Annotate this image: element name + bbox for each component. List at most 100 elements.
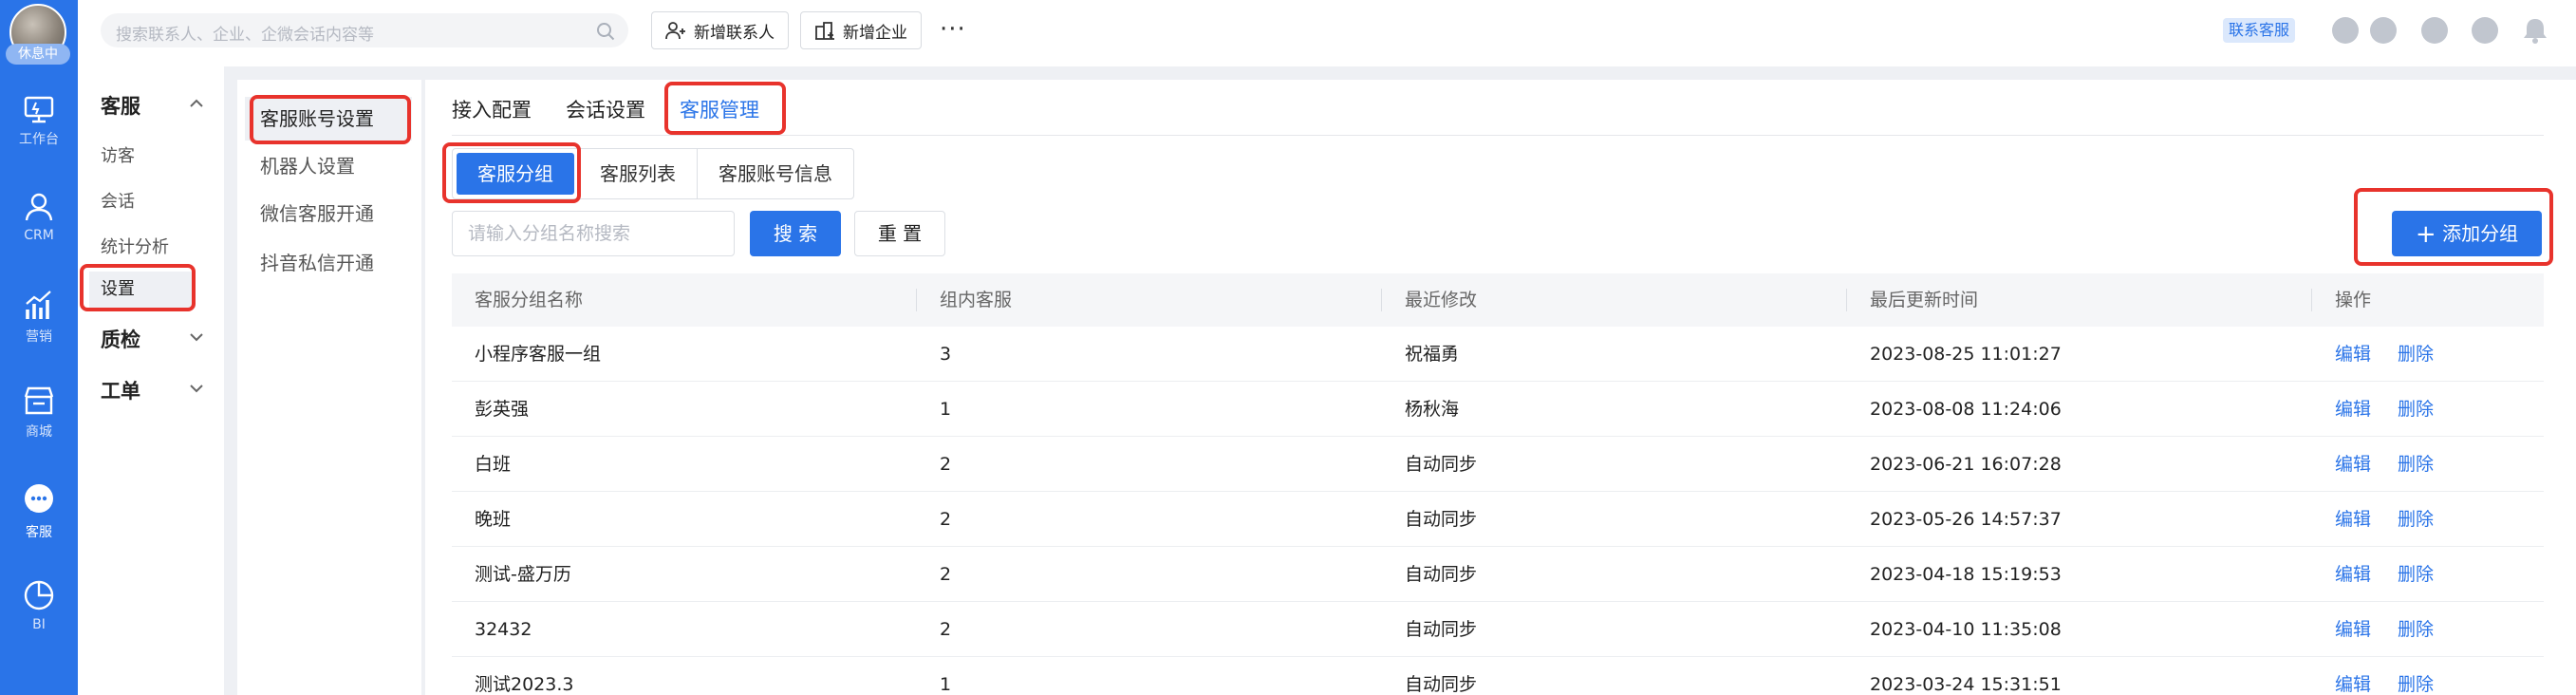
cell-modified-by: 自动同步 (1405, 619, 1478, 640)
segment-service-list[interactable]: 客服列表 (578, 149, 697, 198)
delete-link[interactable]: 删除 (2398, 454, 2434, 475)
rail-item-bi[interactable]: BI (0, 579, 78, 670)
col-header-updated-at: 最后更新时间 (1847, 273, 2312, 327)
edit-link[interactable]: 编辑 (2335, 674, 2371, 695)
chevron-down-icon[interactable] (190, 332, 203, 342)
table-row: 白班 2 自动同步 2023-06-21 16:07:28 编辑 删除 (452, 437, 2544, 492)
col-header-label: 最近修改 (1405, 290, 1478, 310)
nav3-item-douyin-dm[interactable]: 抖音私信开通 (237, 241, 421, 285)
col-header-label: 客服分组名称 (475, 290, 584, 310)
add-company-label: 新增企业 (843, 23, 907, 43)
cell-group-name: 白班 (475, 454, 512, 475)
rail-item-mall[interactable]: 商城 (0, 385, 78, 477)
status-badge[interactable]: 休息中 (6, 44, 70, 65)
tab-service-management[interactable]: 客服管理 (680, 95, 759, 123)
nav3-item-robot-settings[interactable]: 机器人设置 (237, 144, 421, 188)
cell-updated-at: 2023-04-18 15:19:53 (1870, 564, 2062, 585)
nav3-item-wechat-service[interactable]: 微信客服开通 (237, 192, 421, 235)
col-header-modified-by: 最近修改 (1382, 273, 1847, 327)
edit-link[interactable]: 编辑 (2335, 619, 2371, 640)
delete-link[interactable]: 删除 (2398, 674, 2434, 695)
col-header-group-name: 客服分组名称 (452, 273, 917, 327)
cell-member-count: 2 (940, 619, 952, 640)
nav-item-sessions[interactable]: 会话 (101, 188, 135, 213)
edit-link[interactable]: 编辑 (2335, 454, 2371, 475)
segment-account-info[interactable]: 客服账号信息 (697, 149, 853, 198)
add-company-button[interactable]: 新增企业 (800, 11, 922, 49)
cell-actions: 编辑 删除 (2312, 327, 2544, 381)
rail-item-service[interactable]: 客服 (0, 482, 78, 573)
download-icon[interactable] (2421, 17, 2448, 44)
global-search-input[interactable]: 搜索联系人、企业、企微会话内容等 (101, 13, 628, 47)
cell-member-count: 2 (940, 454, 952, 475)
cell-modified-by: 自动同步 (1405, 564, 1478, 585)
delete-link[interactable]: 删除 (2398, 619, 2434, 640)
rail-label: 客服 (26, 525, 52, 540)
rail-label: CRM (24, 228, 54, 243)
rail-item-marketing[interactable]: 营销 (0, 289, 78, 380)
nav-item-settings[interactable]: 设置 (89, 272, 196, 308)
add-person-icon (665, 22, 685, 40)
cell-updated-at: 2023-08-25 11:01:27 (1870, 344, 2062, 365)
cell-group-name: 小程序客服一组 (475, 344, 602, 365)
edit-link[interactable]: 编辑 (2335, 399, 2371, 420)
nav-group-service[interactable]: 客服 (101, 91, 140, 120)
person-icon (25, 193, 53, 221)
chevron-down-icon[interactable] (190, 384, 203, 393)
rail-item-workbench[interactable]: 工作台 (0, 95, 78, 186)
group-name-search-input[interactable]: 请输入分组名称搜索 (452, 211, 735, 256)
nav-item-visitors[interactable]: 访客 (101, 142, 135, 167)
tab-access-config[interactable]: 接入配置 (452, 95, 532, 123)
settings-nav: 客服账号设置 机器人设置 微信客服开通 抖音私信开通 (237, 80, 421, 695)
nav3-item-account-settings[interactable]: 客服账号设置 (245, 97, 412, 141)
rail-label: BI (32, 617, 46, 632)
reset-button[interactable]: 重 置 (854, 211, 945, 256)
cell-actions: 编辑 删除 (2312, 602, 2544, 656)
delete-link[interactable]: 删除 (2398, 564, 2434, 585)
segment-service-groups[interactable]: 客服分组 (457, 153, 574, 195)
cell-actions: 编辑 删除 (2312, 437, 2544, 491)
chevron-up-icon[interactable] (190, 99, 203, 108)
col-header-label: 组内客服 (940, 290, 1013, 310)
building-icon (815, 22, 834, 40)
search-button[interactable]: 搜 索 (750, 211, 841, 256)
add-group-button[interactable]: + 添加分组 (2392, 211, 2542, 256)
top-bar: 搜索联系人、企业、企微会话内容等 新增联系人 新增企业 ··· 联系客服 (78, 0, 2576, 66)
col-header-label: 最后更新时间 (1870, 290, 1979, 310)
cell-actions: 编辑 删除 (2312, 547, 2544, 601)
nav-item-statistics[interactable]: 统计分析 (101, 234, 169, 258)
table-row: 测试2023.3 1 自动同步 2023-03-24 15:31:51 编辑 删除 (452, 657, 2544, 695)
info-icon[interactable] (2370, 17, 2397, 44)
search-placeholder: 搜索联系人、企业、企微会话内容等 (116, 26, 374, 45)
store-icon (24, 386, 54, 415)
nav-group-ticket[interactable]: 工单 (101, 376, 140, 404)
more-menu-button[interactable]: ··· (940, 15, 966, 44)
edit-link[interactable]: 编辑 (2335, 564, 2371, 585)
tab-session-settings[interactable]: 会话设置 (566, 95, 645, 123)
delete-link[interactable]: 删除 (2398, 509, 2434, 530)
cell-actions: 编辑 删除 (2312, 492, 2544, 546)
contact-support-badge[interactable]: 联系客服 (2223, 18, 2296, 43)
edit-link[interactable]: 编辑 (2335, 509, 2371, 530)
cell-modified-by: 自动同步 (1405, 454, 1478, 475)
nav-group-qc[interactable]: 质检 (101, 325, 140, 353)
rail-label: 工作台 (19, 132, 59, 147)
delete-link[interactable]: 删除 (2398, 344, 2434, 365)
share-icon[interactable] (2472, 17, 2498, 44)
left-rail: 休息中 工作台 CRM 营销 商城 客服 BI (0, 0, 78, 695)
delete-link[interactable]: 删除 (2398, 399, 2434, 420)
edit-link[interactable]: 编辑 (2335, 344, 2371, 365)
bell-icon[interactable] (2522, 16, 2548, 45)
refresh-icon[interactable] (2332, 17, 2359, 44)
cell-actions: 编辑 删除 (2312, 657, 2544, 695)
service-group-table: 客服分组名称 组内客服 最近修改 最后更新时间 操作 小程序客服一组 3 祝福勇 20… (452, 273, 2544, 695)
col-header-label: 操作 (2335, 290, 2372, 310)
rail-item-crm[interactable]: CRM (0, 192, 78, 283)
secondary-nav: 客服 访客 会话 统计分析 设置 质检 工单 (78, 66, 224, 695)
cell-updated-at: 2023-04-10 11:35:08 (1870, 619, 2062, 640)
add-contact-button[interactable]: 新增联系人 (651, 11, 789, 49)
table-header: 客服分组名称 组内客服 最近修改 最后更新时间 操作 (452, 273, 2544, 327)
cell-modified-by: 自动同步 (1405, 674, 1478, 695)
cell-updated-at: 2023-08-08 11:24:06 (1870, 399, 2062, 420)
table-body: 小程序客服一组 3 祝福勇 2023-08-25 11:01:27 编辑 删除 彭英强 1 杨秋… (452, 327, 2544, 695)
